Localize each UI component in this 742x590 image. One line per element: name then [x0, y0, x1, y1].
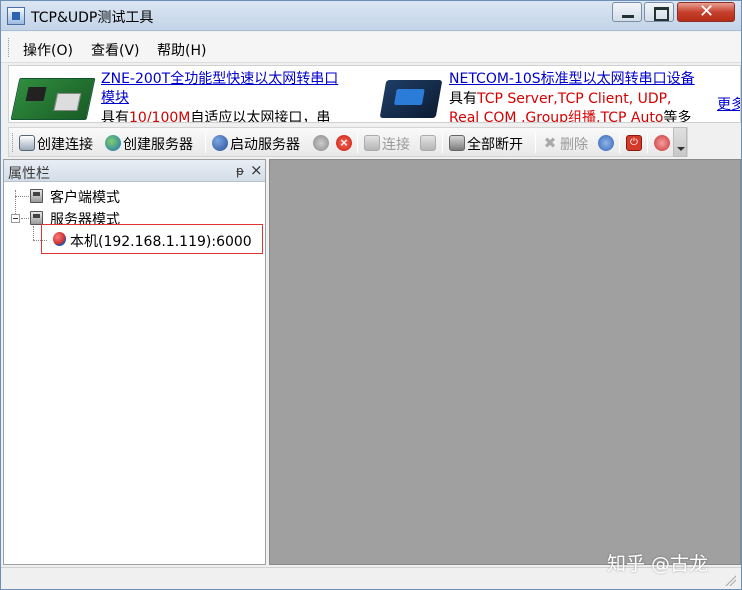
toolbar-separator	[205, 133, 206, 153]
delete-label: 删除	[560, 137, 588, 153]
tree-connector	[21, 218, 29, 219]
users-icon	[212, 135, 228, 151]
network-icon[interactable]	[598, 135, 614, 151]
computer-icon	[30, 189, 43, 203]
tree-connector	[33, 226, 34, 240]
disconnect-all-label: 全部断开	[467, 137, 523, 153]
close-button[interactable]: ✕	[677, 1, 735, 22]
panel-title: 属性栏	[8, 166, 50, 182]
stop-server-icon[interactable]	[313, 135, 329, 151]
panel-header: 属性栏 ᵽ ×	[4, 160, 265, 182]
menu-bar: 操作(O) 查看(V) 帮助(H)	[1, 32, 741, 63]
power-icon[interactable]: ⏻	[626, 135, 642, 151]
netcom-ad-text-c: Real COM ,Group组播,TCP Auto	[449, 110, 664, 123]
menu-grip[interactable]	[8, 38, 11, 57]
new-connection-icon	[19, 135, 35, 151]
connect-label: 连接	[382, 137, 410, 153]
watermark: 知乎 @古龙	[607, 553, 709, 575]
create-server-label: 创建服务器	[123, 137, 193, 153]
netcom-ad-text-2: Real COM ,Group组播,TCP Auto等多	[449, 107, 692, 123]
toolbar-separator	[535, 133, 536, 153]
tree-connector	[15, 196, 29, 197]
zne-ad-text: 具有10/100M自适应以太网接口，串	[101, 107, 331, 123]
maximize-button[interactable]	[644, 2, 674, 22]
workspace-area[interactable]	[269, 159, 741, 565]
netcom-ad-text: 具有TCP Server,TCP Client, UDP,	[449, 88, 672, 108]
menu-operate[interactable]: 操作(O)	[23, 40, 73, 60]
menu-help[interactable]: 帮助(H)	[157, 40, 206, 60]
minimize-button[interactable]	[612, 2, 642, 22]
more-link[interactable]: 更多	[717, 94, 740, 114]
panel-close-icon[interactable]: ×	[250, 161, 263, 179]
about-icon[interactable]	[654, 135, 670, 151]
toolbar-separator	[442, 133, 443, 153]
create-connection-label: 创建连接	[37, 137, 93, 153]
disconnect-all-icon	[449, 135, 465, 151]
netcom-ad-text-b: TCP Server,TCP Client, UDP,	[477, 91, 672, 107]
app-icon	[7, 7, 25, 25]
zne-ad-text-c: 自适应以太网接口，串	[190, 110, 331, 123]
netcom-ad-text-a: 具有	[449, 91, 477, 107]
property-panel: 属性栏 ᵽ × 客户端模式 服务器模式 本机(192.168.1.119):60…	[3, 159, 266, 565]
toolbar: 创建连接 创建服务器 启动服务器 × 连接 全部断开 ✖ 删除 ⏻	[8, 127, 688, 157]
collapse-toggle[interactable]	[11, 214, 20, 223]
title-bar[interactable]: TCP&UDP测试工具 ✕	[1, 1, 741, 31]
computer-icon	[30, 211, 43, 225]
server-user-icon	[53, 232, 66, 246]
toolbar-separator	[619, 133, 620, 153]
menu-view[interactable]: 查看(V)	[91, 40, 140, 60]
close-icon: ✕	[699, 1, 715, 22]
connect-icon	[364, 135, 380, 151]
resize-grip-icon[interactable]	[724, 574, 736, 586]
window-title: TCP&UDP测试工具	[31, 10, 154, 26]
disconnect-icon[interactable]	[420, 135, 436, 151]
start-server-label: 启动服务器	[230, 137, 300, 153]
tree-node-local-server[interactable]: 本机(192.168.1.119):6000	[70, 231, 252, 251]
netcom-ad-link[interactable]: NETCOM-10S标准型以太网转串口设备	[449, 68, 695, 88]
zne-ad-link-cont[interactable]: 模块	[101, 87, 129, 107]
netcom-device-image[interactable]	[379, 80, 443, 118]
toolbar-separator	[647, 133, 648, 153]
delete-icon: ✖	[543, 134, 557, 152]
toolbar-grip[interactable]	[12, 133, 15, 152]
zne-ad-text-b: 10/100M	[129, 110, 191, 123]
toolbar-separator	[357, 133, 358, 153]
app-window: TCP&UDP测试工具 ✕ 操作(O) 查看(V) 帮助(H) ZNE-200T…	[0, 0, 742, 590]
zne-ad-text-a: 具有	[101, 110, 129, 123]
zne-module-image[interactable]	[10, 78, 96, 120]
toolbar-overflow-button[interactable]	[673, 127, 687, 157]
tree-node-client-mode[interactable]: 客户端模式	[50, 187, 120, 207]
netcom-ad-text-d: 等多	[663, 110, 692, 123]
globe-icon	[105, 135, 121, 151]
ad-banner: ZNE-200T全功能型快速以太网转串口 模块 具有10/100M自适应以太网接…	[8, 65, 741, 123]
zne-ad-link[interactable]: ZNE-200T全功能型快速以太网转串口	[101, 68, 338, 88]
delete-server-icon[interactable]: ×	[336, 135, 352, 151]
pin-icon[interactable]: ᵽ	[236, 164, 244, 178]
